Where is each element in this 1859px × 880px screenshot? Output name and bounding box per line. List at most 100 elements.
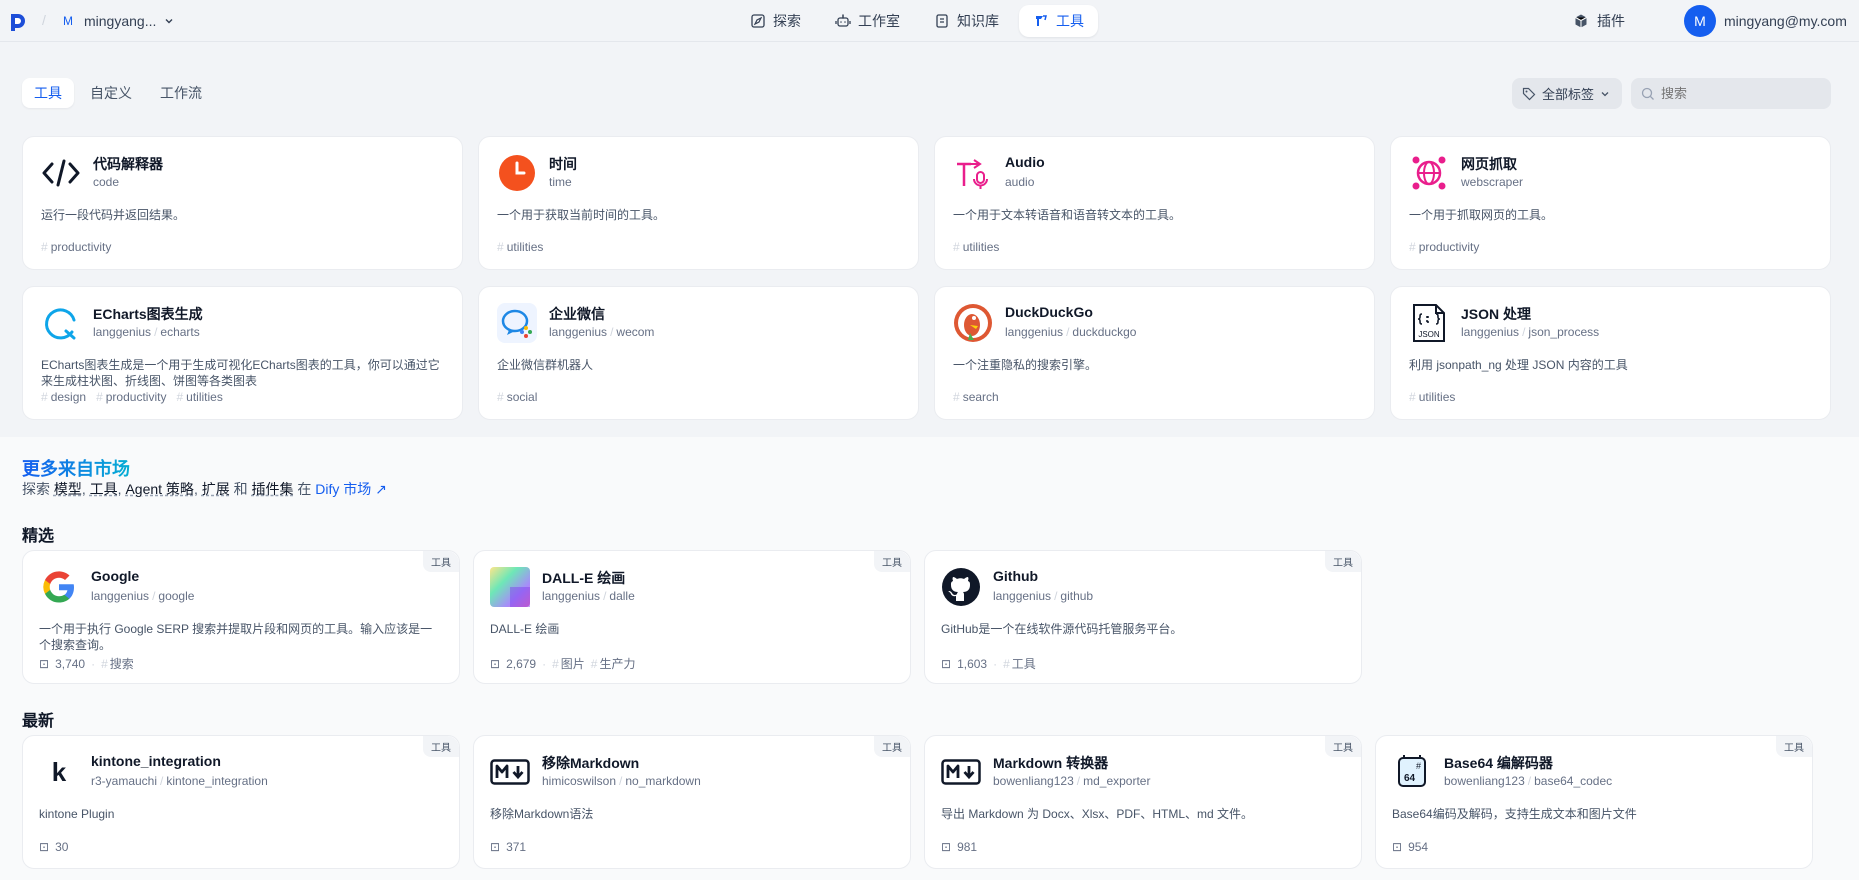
- plugin-org: bowenliang123: [1444, 774, 1525, 788]
- user-email: mingyang@my.com: [1724, 13, 1847, 29]
- tool-card-duckduckgo[interactable]: DuckDuckGo langgenius / duckduckgo 一个注重隐私的…: [934, 286, 1375, 420]
- tool-card-json[interactable]: JSON JSON 处理 langgenius / json_process 利用 …: [1390, 286, 1831, 420]
- tag: # 工具: [1003, 657, 1036, 671]
- plugin-meta: ⊡ 2,679 · # 图片 # 生产力: [490, 656, 636, 672]
- type-badge: 工具: [1776, 736, 1812, 757]
- link-tools[interactable]: 工具: [90, 481, 118, 497]
- link-extensions[interactable]: 扩展: [202, 481, 230, 497]
- download-icon: ⊡: [39, 656, 50, 671]
- tool-tags: # productivity: [1409, 240, 1479, 254]
- tag: # 生产力: [590, 657, 636, 671]
- tool-name: Audio: [1005, 154, 1045, 170]
- plugin-id: r3-yamauchi / kintone_integration: [91, 774, 268, 788]
- tab-workflow[interactable]: 工作流: [148, 78, 214, 108]
- download-icon: ⊡: [490, 656, 501, 671]
- plugin-org: langgenius: [91, 589, 150, 603]
- plugin-card-no-markdown[interactable]: 工具 移除Markdown himicoswilson / no_markdown …: [473, 735, 911, 869]
- tool-tags: # utilities: [953, 240, 999, 254]
- plugin-meta: ⊡ 954: [1392, 840, 1428, 854]
- plugin-description: 导出 Markdown 为 Docx、Xlsx、PDF、HTML、md 文件。: [941, 807, 1254, 821]
- plugin-slug: google: [158, 589, 195, 603]
- tab-custom[interactable]: 自定义: [78, 78, 144, 108]
- tag-filter-dropdown[interactable]: 全部标签: [1512, 78, 1622, 109]
- tool-id: audio: [1005, 175, 1035, 189]
- tool-type-tabs: 工具 自定义 工作流: [22, 78, 214, 108]
- link-agent-strategy[interactable]: Agent 策略: [125, 481, 193, 497]
- plugin-card-dalle[interactable]: 工具 DALL-E 绘画 langgenius / dalle DALL-E 绘画 …: [473, 550, 911, 684]
- nav-knowledge[interactable]: 知识库: [920, 5, 1013, 37]
- tab-builtin[interactable]: 工具: [22, 78, 74, 108]
- base64-file-icon: #64: [1392, 752, 1432, 792]
- nav-tools[interactable]: 工具: [1019, 5, 1098, 37]
- plugin-card-md-exporter[interactable]: 工具 Markdown 转换器 bowenliang123/md_exporte…: [924, 735, 1362, 869]
- plugin-card-github[interactable]: 工具 Github langgenius / github GitHub是一个在线软…: [924, 550, 1362, 684]
- link-bundles[interactable]: 插件集: [252, 481, 294, 497]
- nav-knowledge-label: 知识库: [957, 13, 999, 29]
- tag-icon: [1522, 87, 1536, 100]
- book-icon: [936, 14, 948, 28]
- tool-card-time[interactable]: 时间 time 一个用于获取当前时间的工具。 # utilities: [478, 136, 919, 270]
- nav-studio-label: 工作室: [858, 13, 900, 29]
- latest-heading: 最新: [22, 713, 55, 730]
- plugin-description: Base64编码及解码，支持生成文本和图片文件: [1392, 807, 1637, 821]
- tool-card-wecom[interactable]: 企业微信 langgenius / wecom 企业微信群机器人 # social: [478, 286, 919, 420]
- plugin-card-google[interactable]: 工具 Google langgenius / google 一个用于执行 Googl…: [22, 550, 460, 684]
- user-menu[interactable]: M mingyang@my.com: [1684, 5, 1847, 37]
- plugins-button[interactable]: 插件: [1573, 8, 1625, 34]
- tool-card-echarts[interactable]: ECharts图表生成 langgenius / echarts ECharts图表…: [22, 286, 463, 420]
- type-badge: 工具: [423, 551, 459, 572]
- tool-slug: wecom: [616, 325, 655, 339]
- tool-id: langgenius / json_process: [1461, 325, 1600, 339]
- github-icon: [941, 567, 981, 607]
- plugin-slug: kintone_integration: [166, 774, 268, 788]
- tool-slug: echarts: [160, 325, 200, 339]
- google-icon: [39, 567, 79, 607]
- tag: # 搜索: [101, 657, 134, 671]
- type-badge: 工具: [1325, 551, 1361, 572]
- tool-id: langgenius / duckduckgo: [1005, 325, 1137, 339]
- tool-tags: # design # productivity # utilities: [41, 390, 223, 404]
- tag-label: utilities: [186, 390, 223, 404]
- plugin-name: Markdown 转换器: [993, 755, 1109, 771]
- plugin-name: Base64 编解码器: [1444, 755, 1553, 771]
- workspace-switcher[interactable]: M mingyang...: [60, 8, 174, 34]
- svg-text:k: k: [52, 757, 67, 787]
- tool-card-webscraper[interactable]: 网页抓取 webscraper 一个用于抓取网页的工具。 # productivi…: [1390, 136, 1831, 270]
- tool-id: time: [549, 175, 572, 189]
- dify-logo-icon[interactable]: [9, 12, 27, 32]
- subtitle-and: 和: [233, 481, 248, 497]
- tool-description: 企业微信群机器人: [497, 358, 594, 372]
- tag-filter-label: 全部标签: [1542, 87, 1595, 102]
- tool-description: ECharts图表生成是一个用于生成可视化ECharts图表的工具，你可以通过它…: [41, 358, 440, 388]
- tool-tags: # utilities: [497, 240, 543, 254]
- plugin-card-kintone[interactable]: 工具 k kintone_integration r3-yamauchi / kin…: [22, 735, 460, 869]
- tag-label: utilities: [1418, 390, 1456, 404]
- plugin-card-base64[interactable]: 工具 #64 Base64 编解码器 bowenliang123/base64_…: [1375, 735, 1813, 869]
- plugin-name: kintone_integration: [91, 753, 221, 769]
- plugin-id: langgenius / github: [993, 589, 1094, 603]
- tag: # 图片: [552, 657, 585, 671]
- link-models[interactable]: 模型: [54, 481, 82, 497]
- tool-card-code[interactable]: 代码解释器 code 运行一段代码并返回结果。 # productivity: [22, 136, 463, 270]
- kintone-icon: k: [39, 752, 79, 792]
- tools-grid: 代码解释器 code 运行一段代码并返回结果。 # productivity 时间…: [22, 136, 1831, 420]
- chevron-down-icon: [165, 19, 173, 24]
- tool-card-audio[interactable]: Audio audio 一个用于文本转语音和语音转文本的工具。 # utiliti…: [934, 136, 1375, 270]
- marketplace-link[interactable]: Dify 市场 ↗: [315, 481, 387, 497]
- download-icon: ⊡: [490, 840, 501, 854]
- tag-label: productivity: [105, 390, 167, 404]
- tool-tags: # social: [497, 390, 537, 404]
- nav-explore[interactable]: 探索: [736, 5, 815, 37]
- tag-label: design: [50, 390, 87, 404]
- type-badge: 工具: [1325, 736, 1361, 757]
- svg-text:JSON: JSON: [1418, 330, 1440, 339]
- tool-tags: # search: [953, 390, 999, 404]
- plugin-id: himicoswilson / no_markdown: [542, 774, 701, 788]
- markdown-icon: [490, 752, 530, 792]
- install-count: 1,603: [957, 656, 988, 671]
- nav-studio[interactable]: 工作室: [821, 5, 914, 37]
- plugin-org: bowenliang123: [993, 774, 1074, 788]
- search-input[interactable]: [1661, 86, 1821, 101]
- plugin-id: bowenliang123/md_exporter: [993, 774, 1151, 788]
- plugin-id: langgenius / google: [91, 589, 195, 603]
